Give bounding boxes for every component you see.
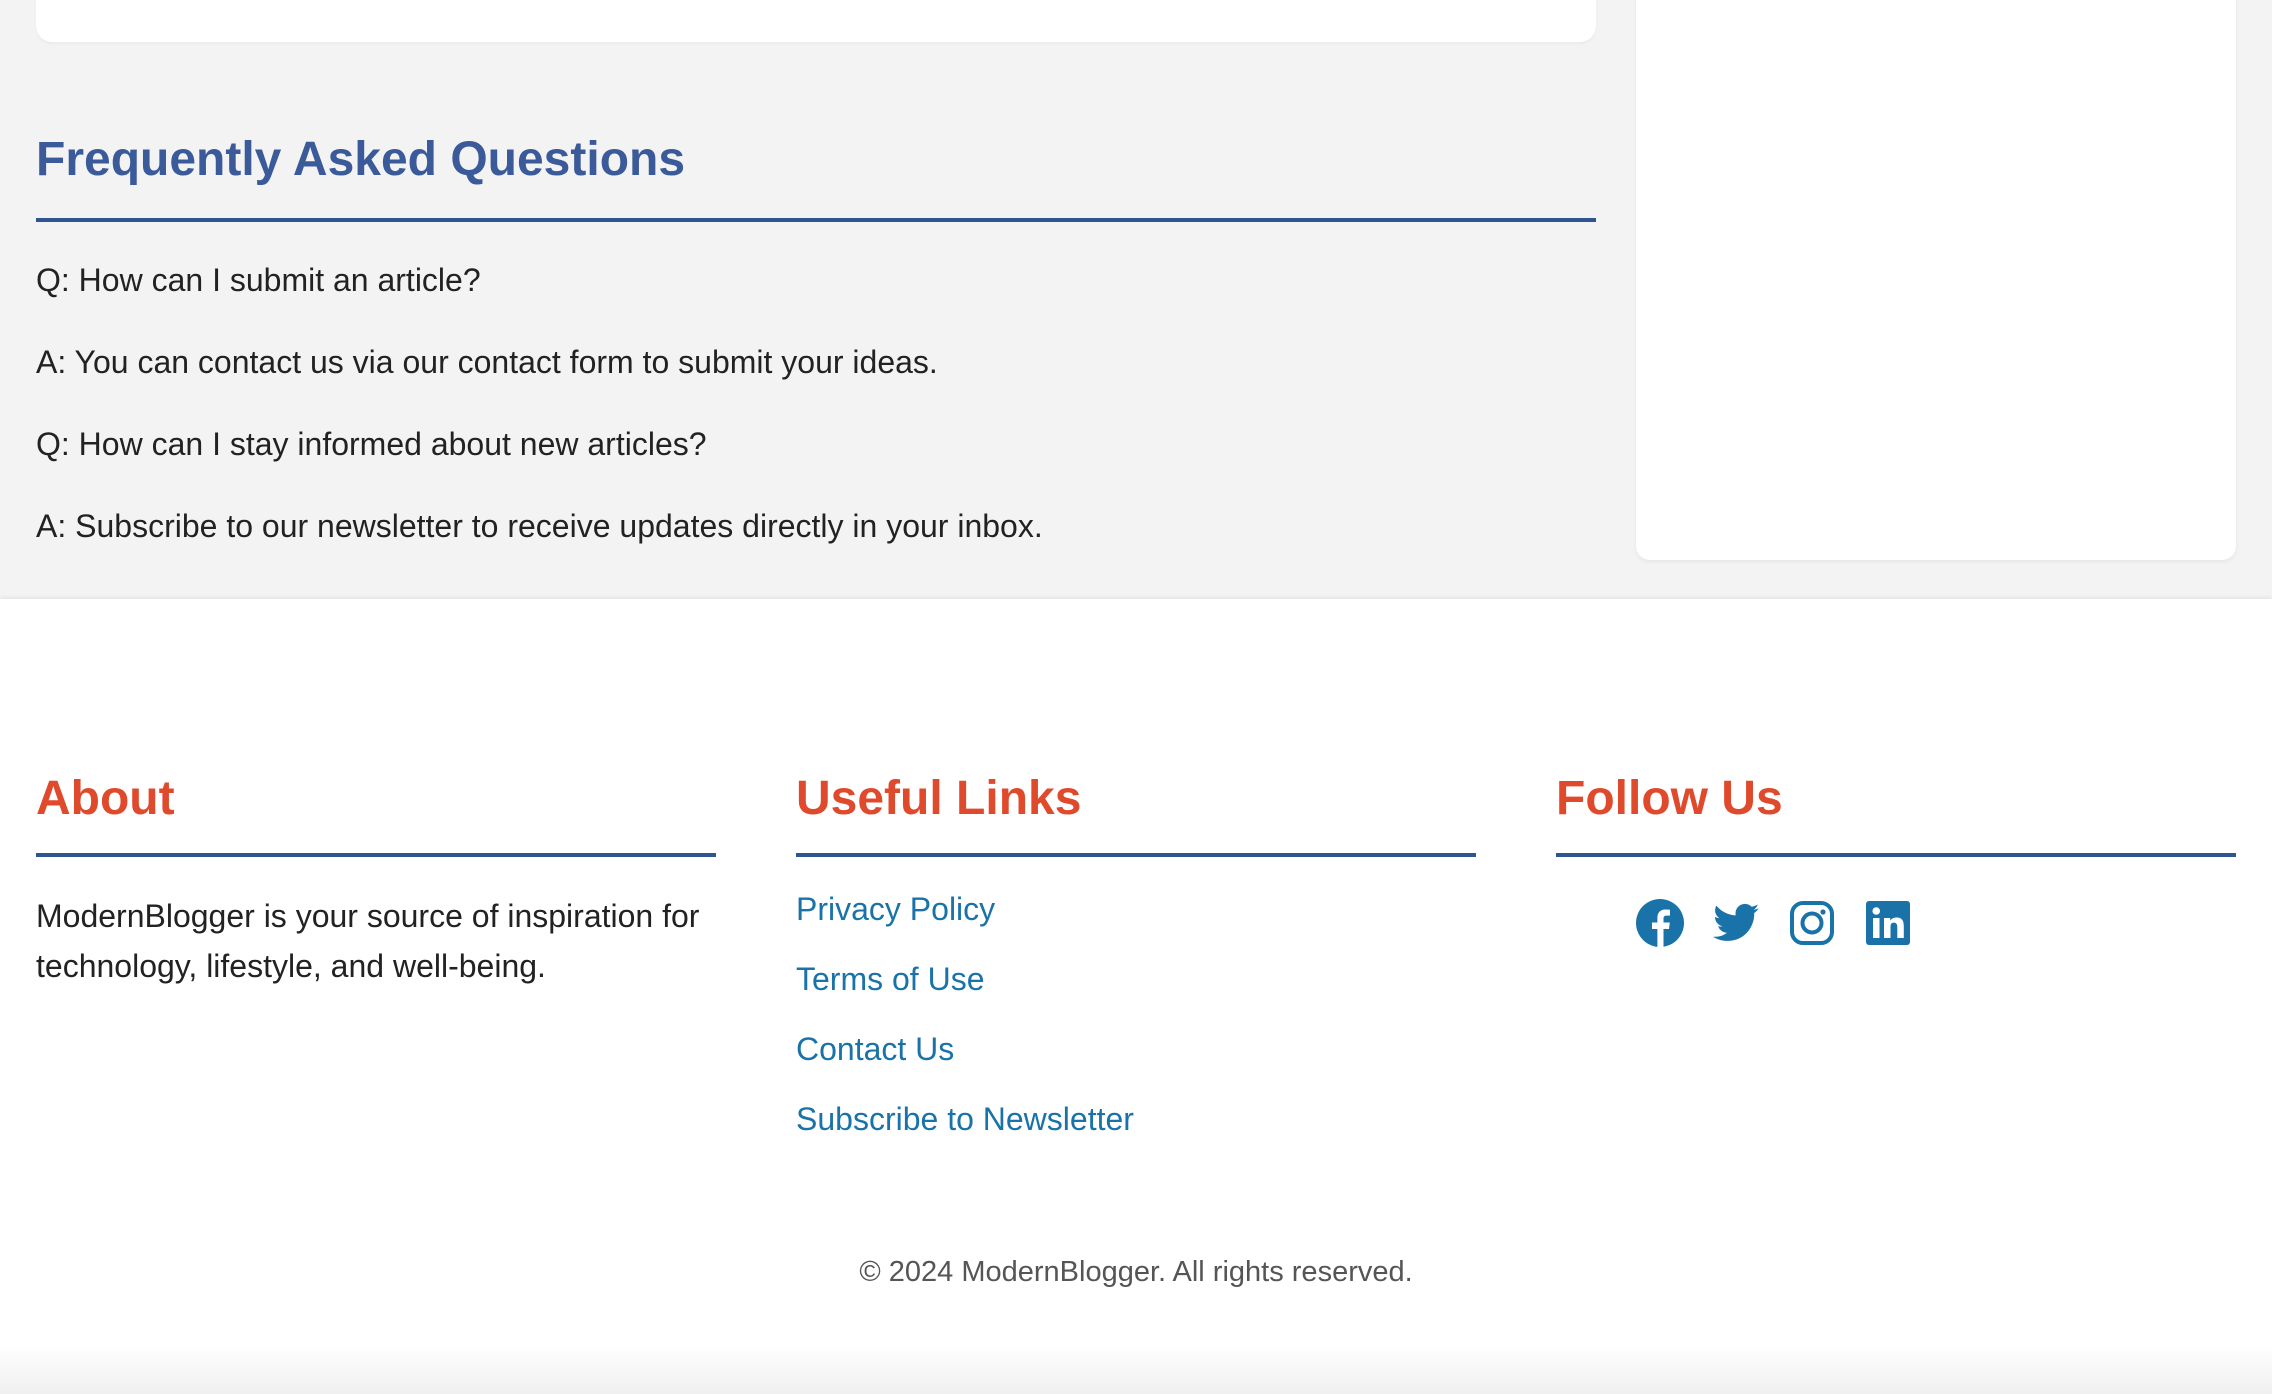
footer-about-text: ModernBlogger is your source of inspirat…	[36, 898, 700, 984]
social-links	[1636, 899, 1912, 947]
footer-divider	[36, 853, 716, 857]
footer-divider	[796, 853, 1476, 857]
footer-link-item: Subscribe to Newsletter	[796, 1099, 1134, 1169]
article-card	[36, 0, 1596, 42]
footer-link-item: Privacy Policy	[796, 889, 1134, 959]
terms-of-use-link[interactable]: Terms of Use	[796, 961, 984, 997]
faq-question: Q: How can I submit an article?	[36, 262, 481, 298]
footer-link-item: Contact Us	[796, 1029, 1134, 1099]
sidebar-card	[1636, 0, 2236, 560]
linkedin-icon[interactable]	[1864, 899, 1912, 947]
footer-useful-links: Useful Links Privacy Policy Terms of Use…	[796, 769, 1476, 1137]
footer-links-list: Privacy Policy Terms of Use Contact Us S…	[796, 889, 1134, 1169]
instagram-icon[interactable]	[1788, 899, 1836, 947]
main-area: Frequently Asked Questions Q: How can I …	[0, 0, 2272, 599]
footer-bottom-edge	[0, 1344, 2272, 1394]
faq-answer: A: You can contact us via our contact fo…	[36, 344, 938, 380]
faq-answer: A: Subscribe to our newsletter to receiv…	[36, 508, 1043, 544]
twitter-icon[interactable]	[1712, 899, 1760, 947]
footer-about: About ModernBlogger is your source of in…	[36, 769, 716, 984]
privacy-policy-link[interactable]: Privacy Policy	[796, 891, 995, 927]
subscribe-newsletter-link[interactable]: Subscribe to Newsletter	[796, 1101, 1134, 1137]
footer-follow-us: Follow Us	[1556, 769, 2236, 947]
footer-follow-title: Follow Us	[1556, 772, 1783, 825]
facebook-icon[interactable]	[1636, 899, 1684, 947]
site-footer: About ModernBlogger is your source of in…	[0, 599, 2272, 1394]
faq-title: Frequently Asked Questions	[36, 133, 686, 186]
footer-about-title: About	[36, 772, 175, 825]
footer-links-title: Useful Links	[796, 772, 1082, 825]
faq-divider	[36, 218, 1596, 222]
copyright-text: © 2024 ModernBlogger. All rights reserve…	[859, 1256, 1413, 1288]
faq-question: Q: How can I stay informed about new art…	[36, 426, 707, 462]
footer-divider	[1556, 853, 2236, 857]
footer-link-item: Terms of Use	[796, 959, 1134, 1029]
contact-us-link[interactable]: Contact Us	[796, 1031, 954, 1067]
